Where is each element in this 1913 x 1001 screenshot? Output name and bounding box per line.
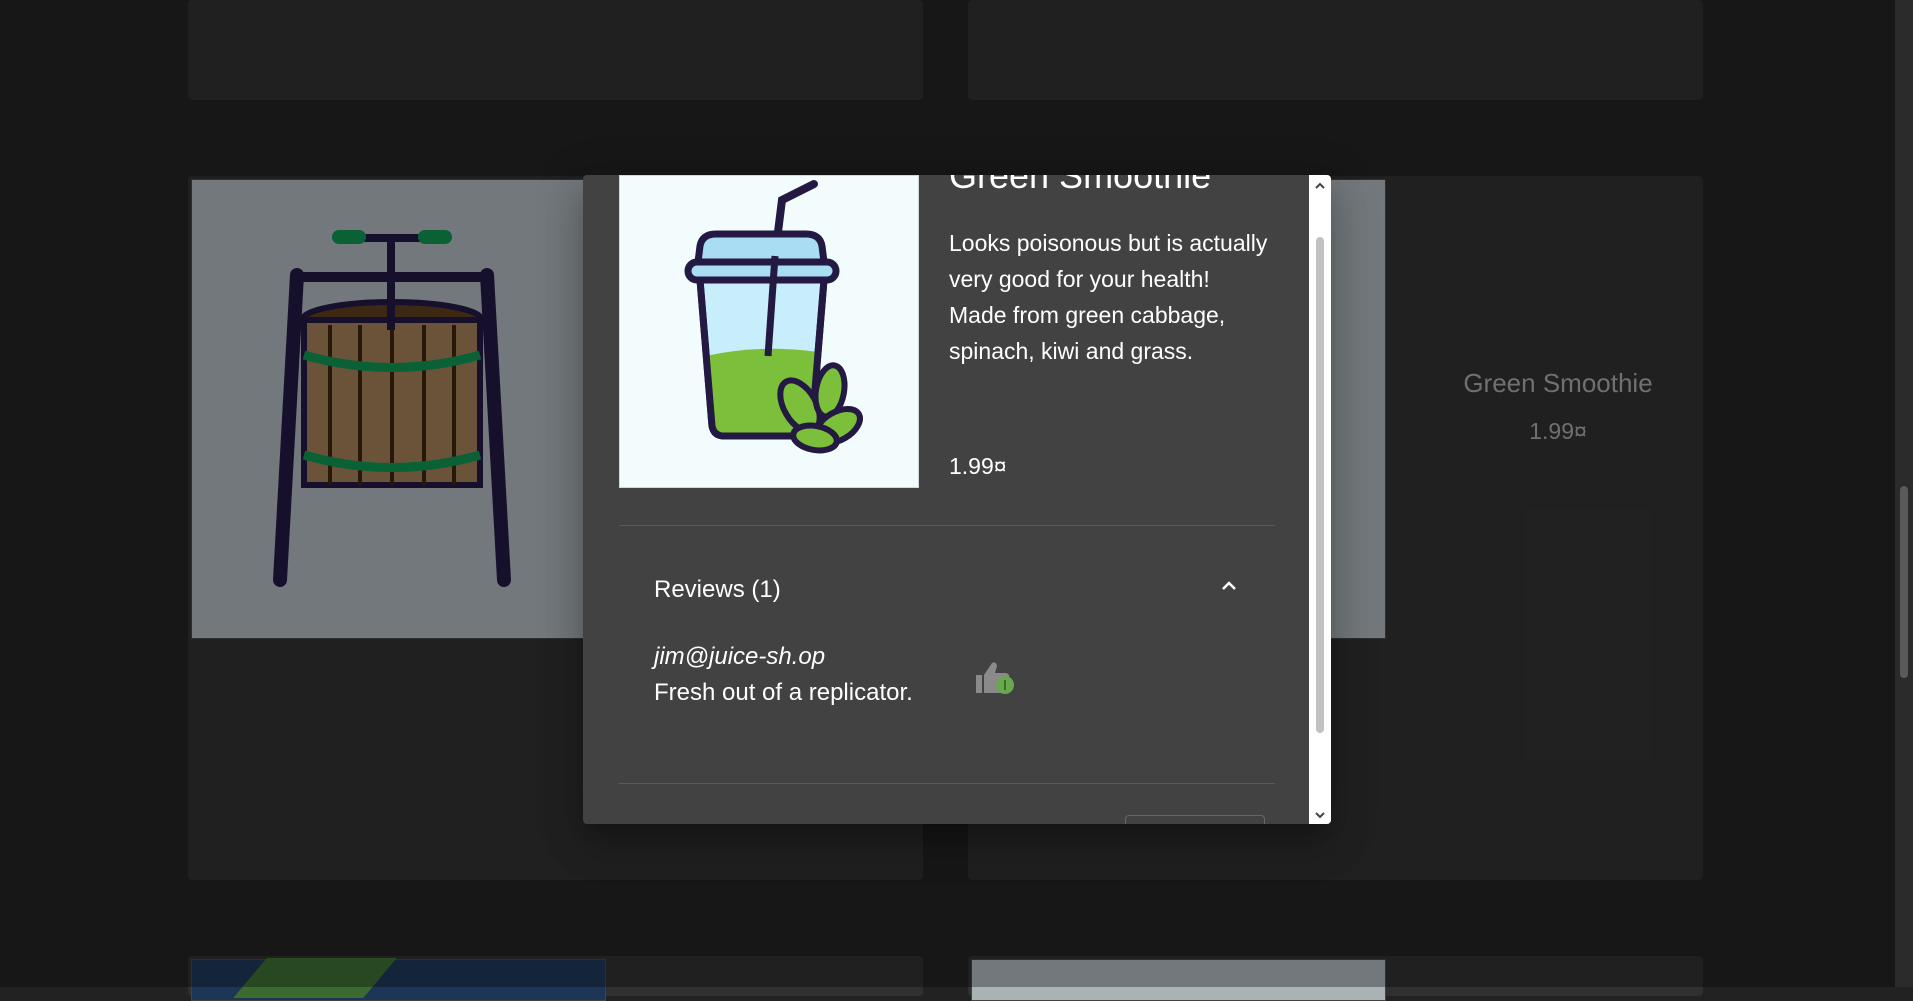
dialog-product-price: 1.99¤ xyxy=(949,453,1007,479)
review-author: jim@juice-sh.op xyxy=(654,643,826,670)
reviews-title: Reviews (1) xyxy=(654,576,781,603)
dialog-scrollbar[interactable] xyxy=(1309,175,1331,824)
chevron-up-icon[interactable] xyxy=(1219,576,1239,596)
dialog-footer-button[interactable] xyxy=(1125,815,1265,824)
reviews-expansion-header[interactable]: Reviews (1) xyxy=(619,550,1275,630)
review-text: Fresh out of a replicator. xyxy=(654,679,913,706)
scroll-up-icon[interactable] xyxy=(1314,179,1326,191)
page-scrollbar[interactable] xyxy=(1895,0,1913,987)
dialog-scrollbar-thumb[interactable] xyxy=(1316,237,1324,733)
dialog-product-title: Green Smoothie xyxy=(949,175,1212,196)
divider xyxy=(619,783,1275,784)
green-smoothie-image xyxy=(619,175,919,488)
scroll-down-icon[interactable] xyxy=(1314,808,1326,820)
product-details-dialog: Green Smoothie Looks poisonous but is ac… xyxy=(583,175,1331,824)
dialog-product-description: Looks poisonous but is actually very goo… xyxy=(949,230,1268,364)
page-scrollbar-thumb[interactable] xyxy=(1900,486,1908,678)
thumb-up-icon[interactable] xyxy=(972,657,1018,697)
divider xyxy=(619,525,1275,526)
